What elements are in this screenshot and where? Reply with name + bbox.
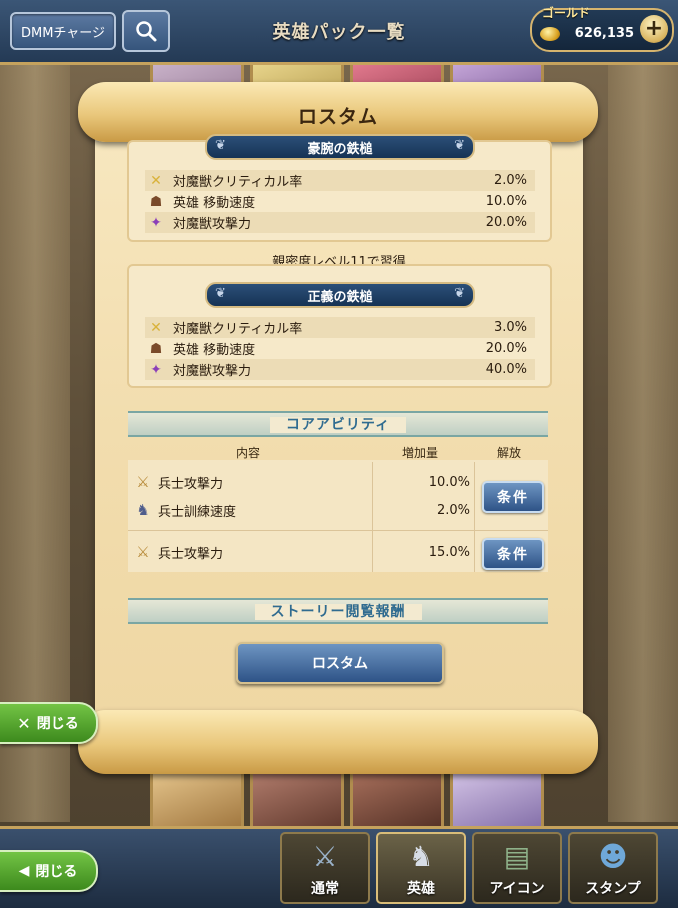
stat-row: ☗ 英雄 移動速度 20.0% [145,338,535,359]
soldier-icon: ♞ [136,501,150,519]
stat-row: ✕ 対魔獣クリティカル率 2.0% [145,170,535,191]
ability-label: 兵士攻撃力 [158,546,224,562]
ornament-icon: ❦ [454,138,465,153]
close-button[interactable]: ✕ 閉じる [0,702,98,744]
close-icon: ✕ [17,713,31,733]
row-divider [128,530,548,531]
stat-label: 対魔獣クリティカル率 [173,322,303,337]
hero-name-title: ロスタム [297,106,378,128]
stat-value: 2.0% [493,173,527,188]
tab-normal[interactable]: ⚔ 通常 [280,832,370,904]
column-header-content: 内容 [236,446,261,460]
equipment-name-2: 正義の鉄槌 [307,289,373,305]
story-button[interactable]: ロスタム [236,642,444,684]
gold-label: ゴールド [542,6,591,20]
back-close-button[interactable]: ◀ 閉じる [0,850,98,892]
close-label: 閉じる [36,716,79,732]
tab-label: 通常 [311,881,339,897]
stat-value: 3.0% [493,320,527,335]
hero-icon: ☗ [149,193,163,210]
equipment-name-1: 豪腕の鉄槌 [307,141,373,157]
add-gold-button[interactable]: + [640,15,668,43]
ability-label: 兵士訓練速度 [158,504,237,520]
ornament-icon: ❦ [215,138,226,153]
knight-icon: ♞ [408,840,434,873]
crossed-swords-icon: ⚔ [312,840,338,873]
condition-button[interactable]: 条件 [482,481,544,513]
sword-icon: ⚔ [136,543,150,561]
stat-label: 対魔獣攻撃力 [173,217,252,232]
stat-row: ✦ 対魔獣攻撃力 20.0% [145,212,535,233]
core-ability-ribbon: コアアビリティ [128,411,548,437]
column-header-unlock: 解放 [497,446,522,460]
ornament-icon: ❦ [454,286,465,301]
ability-row: ♞ 兵士訓練速度 2.0% [130,499,470,521]
core-ability-title: コアアビリティ [269,417,407,433]
scroll-header: ロスタム [78,82,598,142]
right-pillar [608,62,678,822]
ability-row: ⚔ 兵士攻撃力 15.0% [130,541,470,563]
gold-coin-icon [540,27,560,41]
stat-label: 英雄 移動速度 [173,196,256,211]
ability-value: 10.0% [428,474,470,490]
stat-value: 10.0% [485,194,527,209]
tab-icon-pack[interactable]: ▤ アイコン [472,832,562,904]
gold-display: ゴールド 626,135 + [530,6,674,52]
condition-button[interactable]: 条件 [482,538,544,570]
tab-label: アイコン [489,881,545,897]
stat-row: ☗ 英雄 移動速度 10.0% [145,191,535,212]
power-icon: ✦ [150,361,162,378]
tab-label: 英雄 [407,881,435,897]
ability-value: 15.0% [428,544,470,560]
tab-stamp[interactable]: ☻ スタンプ [568,832,658,904]
hero-icon: ☗ [149,340,163,357]
back-close-label: 閉じる [35,864,78,880]
stat-value: 20.0% [485,341,527,356]
book-icon: ▤ [503,840,531,873]
story-ribbon: ストーリー閲覧報酬 [128,598,548,624]
back-arrow-icon: ◀ [18,863,30,879]
stat-row: ✦ 対魔獣攻撃力 40.0% [145,359,535,380]
story-title: ストーリー閲覧報酬 [254,604,422,620]
stat-label: 英雄 移動速度 [173,343,256,358]
sword-icon: ⚔ [136,473,150,491]
equipment-header-2: ❦ 正義の鉄槌 ❦ [205,282,475,308]
ability-row: ⚔ 兵士攻撃力 10.0% [130,471,470,493]
sword-cross-icon: ✕ [150,319,162,336]
stat-value: 20.0% [485,215,527,230]
stat-value: 40.0% [485,362,527,377]
sword-cross-icon: ✕ [150,172,162,189]
gold-value: 626,135 [574,26,634,41]
stat-label: 対魔獣攻撃力 [173,364,252,379]
top-bar: DMMチャージ 英雄パック一覧 ゴールド 626,135 + [0,0,678,65]
stat-row: ✕ 対魔獣クリティカル率 3.0% [145,317,535,338]
scroll-footer [78,710,598,774]
column-header-increase: 増加量 [402,446,439,460]
equipment-header-1: ❦ 豪腕の鉄槌 ❦ [205,134,475,160]
tab-label: スタンプ [585,881,641,897]
ability-value: 2.0% [436,502,470,518]
power-icon: ✦ [150,214,162,231]
ornament-icon: ❦ [215,286,226,301]
stat-label: 対魔獣クリティカル率 [173,175,303,190]
tab-hero[interactable]: ♞ 英雄 [376,832,466,904]
character-face-icon: ☻ [598,840,628,873]
ability-label: 兵士攻撃力 [158,476,224,492]
column-divider [474,462,475,572]
